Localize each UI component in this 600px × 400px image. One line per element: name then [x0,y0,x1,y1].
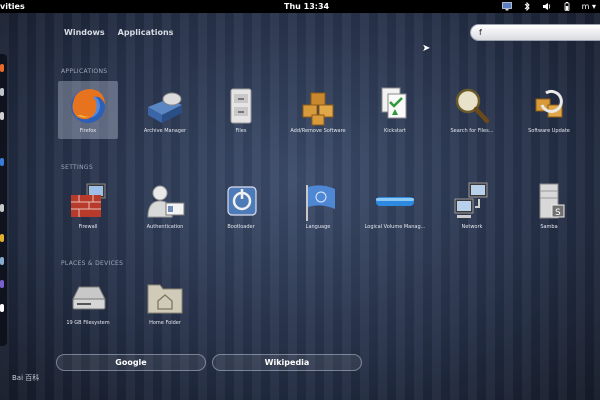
app-label: Bootloader [227,224,255,230]
app-label: Archive Manager [143,128,187,134]
update-icon [535,89,563,118]
place-home-folder[interactable]: Home Folder [135,273,195,331]
activities-button[interactable]: vities [0,0,25,13]
battery-icon[interactable] [562,2,572,11]
app-samba[interactable]: S Samba [519,177,579,235]
app-label: Language [305,224,331,230]
tab-windows[interactable]: Windows [64,27,105,39]
app-files[interactable]: Files [211,81,271,139]
section-title-applications: APPLICATIONS [61,68,108,75]
app-label: Files [235,128,247,134]
firefox-icon [71,89,105,123]
google-search-button[interactable]: Google [56,354,206,371]
app-label: Firefox [79,128,97,134]
mouse-pointer-icon: ➤ [422,43,431,54]
app-logical-volume-manager[interactable]: Logical Volume Manag... [365,177,425,235]
language-icon [306,185,335,221]
app-label: Search for Files... [450,128,494,134]
app-firewall[interactable]: Firewall [58,177,118,235]
dash-files-icon[interactable] [0,88,4,96]
monitor-icon[interactable] [501,2,512,11]
samba-icon: S [539,183,565,219]
bluetooth-icon[interactable] [522,2,532,11]
dash-package-icon[interactable] [0,234,4,242]
app-kickstart[interactable]: Kickstart [365,81,425,139]
watermark: Bai 百科 [12,374,40,382]
app-label: Authentication [146,224,184,230]
kickstart-icon [381,87,407,119]
wikipedia-search-button[interactable]: Wikipedia [212,354,362,371]
app-label: Firewall [78,224,98,230]
files-icon [230,88,252,124]
app-label: Software Update [528,128,570,134]
app-label: Kickstart [384,128,406,134]
dash-app-icon[interactable] [0,280,4,288]
place-label: Home Folder [149,320,181,326]
archive-icon [148,92,182,123]
app-archive-manager[interactable]: Archive Manager [135,81,195,139]
bootloader-icon [227,186,257,216]
drive-icon [72,286,106,310]
app-language[interactable]: Language [288,177,348,235]
dash-network-icon[interactable] [0,158,4,166]
top-panel: vities Thu 13:34 m ▾ [0,0,600,13]
app-label: Samba [540,224,558,230]
search-icon [455,88,490,124]
dash-settings-icon[interactable] [0,257,4,265]
clock[interactable]: Thu 13:34 [284,0,329,13]
app-network[interactable]: Network [442,177,502,235]
volume-icon[interactable] [542,2,552,11]
package-icon [302,92,334,126]
place-label: 19 GB Filesystem [66,320,110,326]
section-title-settings: SETTINGS [61,164,93,171]
authentication-icon [147,185,185,218]
user-icon[interactable]: m ▾ [582,0,596,13]
svg-text:S: S [555,208,561,218]
app-bootloader[interactable]: Bootloader [211,177,271,235]
app-add-remove-software[interactable]: Add/Remove Software [288,81,348,139]
dash [0,54,7,346]
app-label: Logical Volume Manag... [364,224,426,230]
app-label: Network [461,224,483,230]
search-input[interactable]: f [470,24,600,41]
lvm-icon [376,197,414,206]
place-filesystem[interactable]: 19 GB Filesystem [58,273,118,331]
app-firefox[interactable]: Firefox [58,81,118,139]
overview-tabs: Windows Applications [64,27,173,39]
tab-applications[interactable]: Applications [118,27,174,39]
app-search-for-files[interactable]: Search for Files... [442,81,502,139]
dash-app-icon[interactable] [0,204,4,212]
dash-terminal-icon[interactable] [0,112,4,120]
home-folder-icon [147,284,183,314]
firewall-icon [71,183,106,217]
dash-firefox-icon[interactable] [0,64,4,72]
app-label: Add/Remove Software [290,128,346,134]
app-software-update[interactable]: Software Update [519,81,579,139]
network-icon [454,182,488,218]
dash-app-icon[interactable] [0,304,4,312]
app-authentication[interactable]: Authentication [135,177,195,235]
section-title-places: PLACES & DEVICES [61,260,124,267]
status-area: m ▾ [501,0,596,13]
